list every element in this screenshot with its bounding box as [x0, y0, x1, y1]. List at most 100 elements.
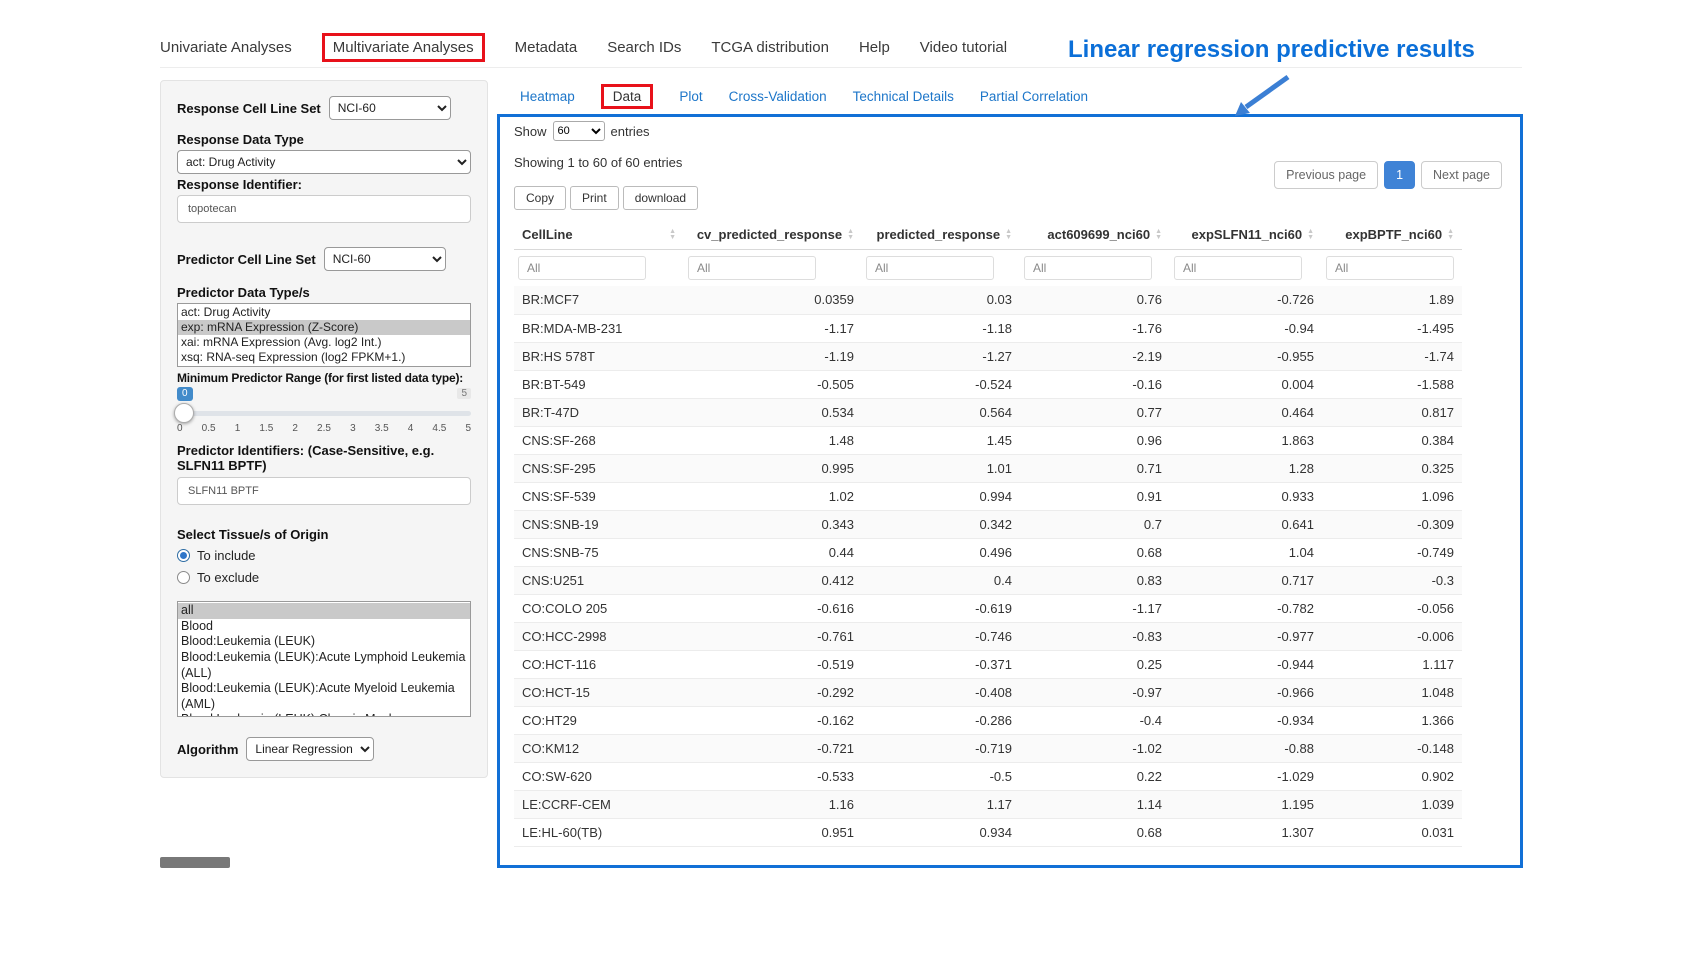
option-act-drug-activity[interactable]: act: Drug Activity: [178, 305, 470, 320]
radio-to-exclude[interactable]: To exclude: [177, 570, 471, 585]
nav-item-multivariate-analyses[interactable]: Multivariate Analyses: [322, 33, 485, 62]
result-tabs: Heatmap Data Plot Cross-Validation Technical…: [520, 84, 1088, 109]
filter-input-predicted-response[interactable]: [866, 256, 994, 280]
previous-page-button[interactable]: Previous page: [1274, 161, 1378, 189]
option-all[interactable]: all: [178, 603, 470, 619]
slider-tick: 1.5: [259, 423, 273, 434]
column-header-content: predicted_response▲▼: [870, 227, 1012, 242]
nav-item-help[interactable]: Help: [859, 39, 890, 56]
annotation-arrow-icon: [1228, 72, 1294, 120]
tab-plot[interactable]: Plot: [679, 89, 702, 104]
sort-icon[interactable]: ▲▼: [1155, 229, 1162, 241]
slider-tick: 0.5: [202, 423, 216, 434]
current-page-button[interactable]: 1: [1384, 161, 1415, 189]
response-cell-line-set-row: Response Cell Line Set NCI-60: [177, 96, 471, 120]
show-entries: Show 60 entries: [514, 120, 1504, 142]
column-header-cellline[interactable]: CellLine ▲▼: [514, 220, 684, 250]
filter-cell: [684, 250, 862, 287]
option-blood-leukemia-leuk-acute-myeloid-leukemia-aml[interactable]: Blood:Leukemia (LEUK):Acute Myeloid Leuk…: [178, 681, 470, 712]
cell-cellline: BR:T-47D: [514, 398, 684, 426]
column-header-expbptf-nci60[interactable]: expBPTF_nci60▲▼: [1322, 220, 1462, 250]
cell-value: -0.616: [684, 594, 862, 622]
tab-partial-correlation[interactable]: Partial Correlation: [980, 89, 1088, 104]
column-header-expslfn11-nci60[interactable]: expSLFN11_nci60▲▼: [1170, 220, 1322, 250]
column-header-content: cv_predicted_response▲▼: [692, 227, 854, 242]
print-button[interactable]: Print: [570, 186, 619, 210]
option-xai-mrna-expression-avg-log2-int[interactable]: xai: mRNA Expression (Avg. log2 Int.): [178, 335, 470, 350]
nav-item-univariate-analyses[interactable]: Univariate Analyses: [160, 39, 292, 56]
algorithm-select[interactable]: Linear Regression: [246, 737, 374, 761]
sort-icon[interactable]: ▲▼: [669, 229, 676, 241]
column-header-act609699-nci60[interactable]: act609699_nci60▲▼: [1020, 220, 1170, 250]
option-xsq-rna-seq-expression-log2-fpkm-1[interactable]: xsq: RNA-seq Expression (log2 FPKM+1.): [178, 350, 470, 365]
cell-cellline: CNS:SF-539: [514, 482, 684, 510]
radio-to-include[interactable]: To include: [177, 548, 471, 563]
column-header-cv-predicted-response[interactable]: cv_predicted_response▲▼: [684, 220, 862, 250]
cell-value: -0.88: [1170, 734, 1322, 762]
cell-value: 1.039: [1322, 790, 1462, 818]
cell-cellline: CO:HT29: [514, 706, 684, 734]
show-entries-select[interactable]: 60: [553, 121, 605, 141]
response-identifier-input[interactable]: [177, 195, 471, 223]
cell-value: -0.408: [862, 678, 1020, 706]
export-buttons: CopyPrintdownload: [514, 186, 1504, 210]
nav-item-search-ids[interactable]: Search IDs: [607, 39, 681, 56]
slider-tick: 3.5: [375, 423, 389, 434]
tab-data[interactable]: Data: [601, 84, 654, 109]
cell-value: 0.817: [1322, 398, 1462, 426]
cell-value: 0.76: [1020, 286, 1170, 314]
cell-cellline: BR:MDA-MB-231: [514, 314, 684, 342]
nav-item-metadata[interactable]: Metadata: [515, 39, 578, 56]
tab-cross-validation[interactable]: Cross-Validation: [729, 89, 827, 104]
cell-value: 0.22: [1020, 762, 1170, 790]
table-row: CO:HCT-116-0.519-0.3710.25-0.9441.117: [514, 650, 1462, 678]
option-blood-leukemia-leuk-acute-lymphoid-leukemia-all[interactable]: Blood:Leukemia (LEUK):Acute Lymphoid Leu…: [178, 650, 470, 681]
column-header-content: CellLine ▲▼: [522, 227, 676, 242]
cell-value: -0.524: [862, 370, 1020, 398]
table-row: CO:HCC-2998-0.761-0.746-0.83-0.977-0.006: [514, 622, 1462, 650]
sort-icon[interactable]: ▲▼: [1447, 229, 1454, 241]
filter-input-expbptf-nci60[interactable]: [1326, 256, 1454, 280]
cell-value: -1.76: [1020, 314, 1170, 342]
cell-value: -0.782: [1170, 594, 1322, 622]
option-blood[interactable]: Blood: [178, 619, 470, 635]
cell-value: -0.3: [1322, 566, 1462, 594]
predictor-cell-line-set-select[interactable]: NCI-60: [324, 247, 446, 271]
table-row: CNS:SNB-190.3430.3420.70.641-0.309: [514, 510, 1462, 538]
slider-track[interactable]: [177, 411, 471, 416]
tab-technical-details[interactable]: Technical Details: [853, 89, 954, 104]
option-blood-leukemia-leuk[interactable]: Blood:Leukemia (LEUK): [178, 634, 470, 650]
cell-value: 0.03: [862, 286, 1020, 314]
filter-input-cv-predicted-response[interactable]: [688, 256, 816, 280]
radio-button-icon: [177, 549, 190, 562]
predictor-identifiers-input[interactable]: [177, 477, 471, 505]
response-cell-line-set-select[interactable]: NCI-60: [329, 96, 451, 120]
cell-value: 1.45: [862, 426, 1020, 454]
cell-value: -0.286: [862, 706, 1020, 734]
download-button[interactable]: download: [623, 186, 698, 210]
filter-input-act609699-nci60[interactable]: [1024, 256, 1152, 280]
sort-icon[interactable]: ▲▼: [1307, 229, 1314, 241]
tab-heatmap[interactable]: Heatmap: [520, 89, 575, 104]
nav-item-tcga-distribution[interactable]: TCGA distribution: [711, 39, 829, 56]
filter-input-expslfn11-nci60[interactable]: [1174, 256, 1302, 280]
nav-item-video-tutorial[interactable]: Video tutorial: [920, 39, 1007, 56]
partially-visible-element: [160, 857, 230, 868]
sort-icon[interactable]: ▲▼: [1005, 229, 1012, 241]
column-header-predicted-response[interactable]: predicted_response▲▼: [862, 220, 1020, 250]
sort-icon[interactable]: ▲▼: [847, 229, 854, 241]
response-data-type-select[interactable]: act: Drug Activity: [177, 150, 471, 174]
cell-value: 0.4: [862, 566, 1020, 594]
filter-input-cellline[interactable]: [518, 256, 646, 280]
cell-value: -1.18: [862, 314, 1020, 342]
option-exp-mrna-expression-z-score[interactable]: exp: mRNA Expression (Z-Score): [178, 320, 470, 335]
next-page-button[interactable]: Next page: [1421, 161, 1502, 189]
radio-button-icon: [177, 571, 190, 584]
slider-handle[interactable]: [174, 403, 194, 423]
min-predictor-range-slider[interactable]: 0 5 00.511.522.533.544.55: [177, 387, 471, 437]
copy-button[interactable]: Copy: [514, 186, 566, 210]
column-header-label: CellLine: [522, 227, 573, 242]
slider-tick: 0: [177, 423, 183, 434]
cell-value: 1.096: [1322, 482, 1462, 510]
option-blood-leukemia-leuk-chronic-myelogenous-leukemia-cml[interactable]: Blood:Leukemia (LEUK):Chronic Myelogenou…: [178, 712, 470, 717]
